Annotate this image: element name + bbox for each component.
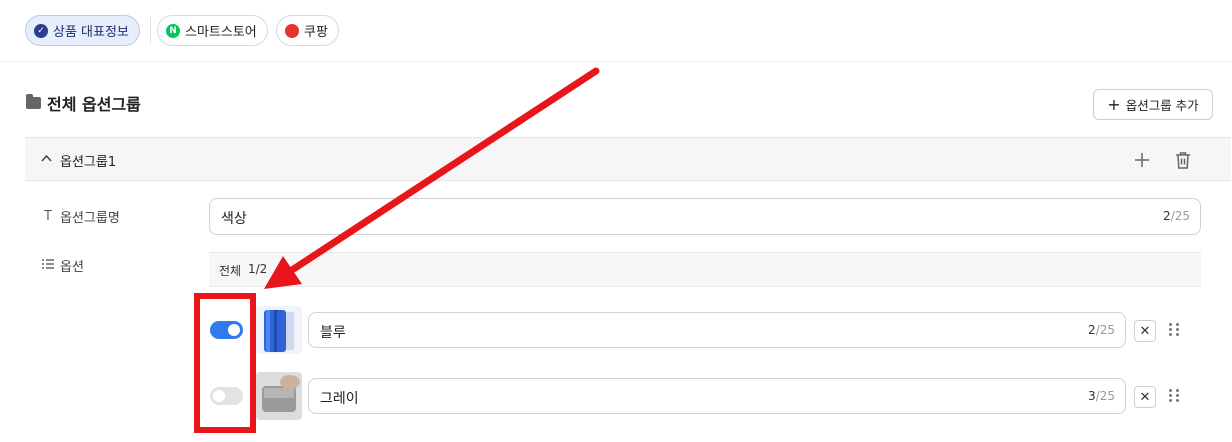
tab-coupang[interactable]: 쿠팡 [276, 15, 339, 46]
option-group-header[interactable]: 옵션그룹1 [25, 137, 1231, 181]
tab-label: 스마트스토어 [185, 25, 257, 40]
option-thumbnail[interactable] [256, 306, 302, 354]
option-name-value: 그레이 [320, 391, 359, 407]
char-counter: 3/25 [1088, 389, 1115, 403]
option-name-value: 블루 [320, 325, 346, 341]
option-name-input[interactable]: 그레이 3/25 [308, 378, 1126, 414]
list-icon [40, 258, 56, 273]
option-group-name-value: 색상 [221, 211, 247, 227]
annotation-highlight-box [194, 293, 256, 433]
options-list-header: 전체 1/2 [209, 252, 1201, 287]
all-options-label: 전체 [219, 264, 242, 278]
options-count: 1/2 [248, 262, 268, 276]
option-group-name-input[interactable]: 색상 2/25 [209, 198, 1201, 235]
option-group-name-label: T 옵션그룹명 [40, 207, 120, 226]
tab-smartstore[interactable]: N 스마트스토어 [157, 15, 268, 46]
char-max: /25 [1095, 389, 1115, 403]
options-label: 옵션 [40, 256, 84, 275]
check-circle-icon: ✓ [34, 23, 48, 38]
char-counter: 2/25 [1088, 323, 1115, 337]
char-count: 3 [1088, 389, 1096, 403]
folder-icon [26, 94, 41, 109]
options-label-text: 옵션 [60, 260, 84, 275]
section-title-text: 전체 옵션그룹 [47, 95, 141, 114]
text-type-icon: T [44, 209, 52, 224]
option-name-input[interactable]: 블루 2/25 [308, 312, 1126, 348]
tab-label: 쿠팡 [304, 25, 328, 40]
tab-label: 상품 대표정보 [53, 25, 129, 40]
trash-icon [1176, 152, 1190, 169]
section-title: 전체 옵션그룹 [26, 92, 141, 114]
gray-brush-image [256, 372, 302, 420]
remove-option-button[interactable]: ✕ [1134, 386, 1156, 408]
char-max: /25 [1095, 323, 1115, 337]
char-max: /25 [1170, 209, 1190, 223]
tab-product-info[interactable]: ✓ 상품 대표정보 [25, 15, 140, 46]
add-option-group-label: 옵션그룹 추가 [1125, 98, 1199, 113]
remove-option-button[interactable]: ✕ [1134, 320, 1156, 342]
plus-icon [1135, 153, 1149, 167]
blue-brush-image [264, 310, 294, 352]
char-count: 2 [1163, 209, 1171, 223]
add-option-group-button[interactable]: + 옵션그룹 추가 [1093, 89, 1213, 120]
naver-n-icon: N [166, 23, 180, 38]
coupang-logo-icon [285, 23, 299, 38]
option-group-name: 옵션그룹1 [60, 155, 117, 170]
char-counter: 2/25 [1163, 209, 1190, 223]
chevron-up-icon[interactable] [41, 151, 52, 166]
option-group-name-label-text: 옵션그룹명 [60, 211, 120, 226]
option-thumbnail[interactable] [256, 372, 302, 420]
drag-handle-icon[interactable] [1169, 389, 1181, 403]
close-icon: ✕ [1139, 323, 1151, 339]
close-icon: ✕ [1139, 389, 1151, 405]
plus-icon: + [1107, 94, 1121, 114]
channel-tab-bar: ✓ 상품 대표정보 N 스마트스토어 쿠팡 [0, 0, 1232, 62]
add-option-button[interactable] [1130, 148, 1154, 172]
drag-handle-icon[interactable] [1169, 323, 1181, 337]
delete-group-button[interactable] [1171, 148, 1195, 172]
tab-divider [150, 17, 151, 44]
char-count: 2 [1088, 323, 1096, 337]
